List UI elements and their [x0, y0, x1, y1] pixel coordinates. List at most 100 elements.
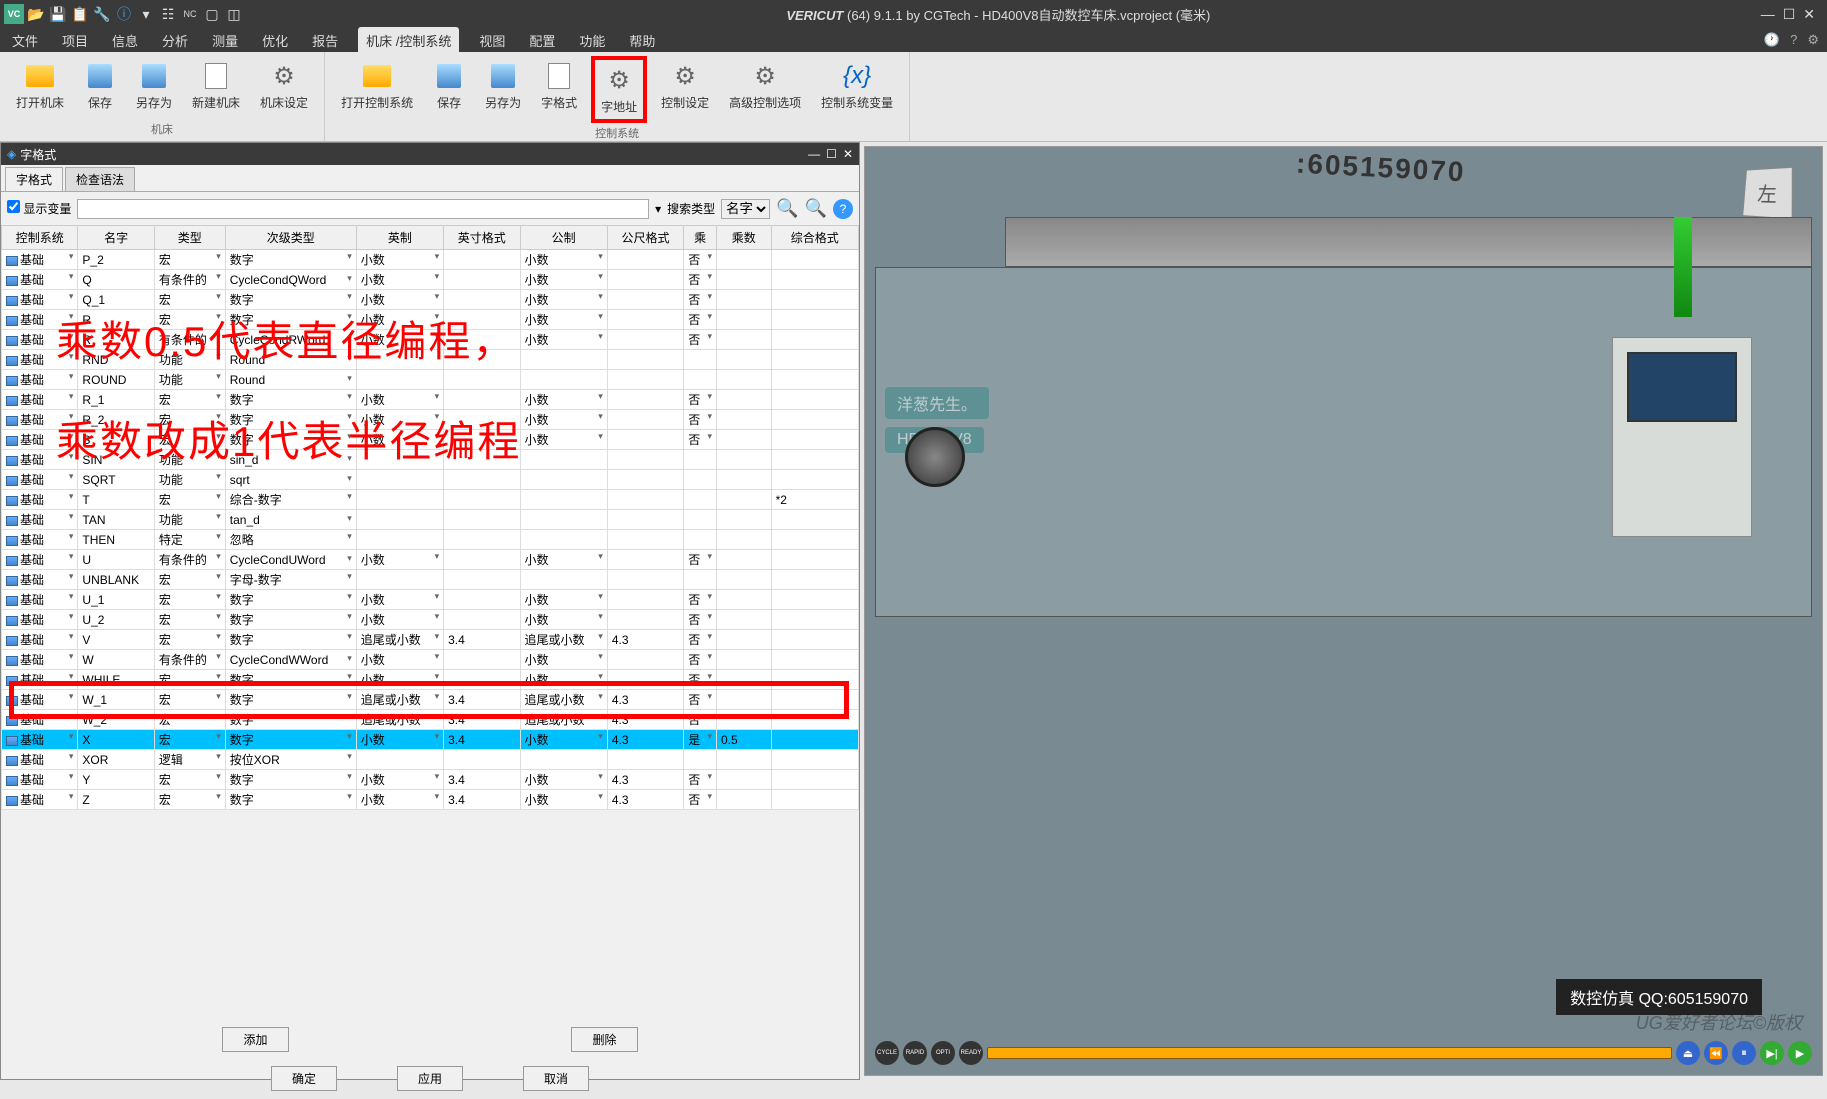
cell[interactable]: [444, 510, 520, 530]
cell[interactable]: 小数: [356, 330, 443, 350]
cell[interactable]: tan_d: [225, 510, 356, 530]
cell[interactable]: [716, 390, 771, 410]
cell[interactable]: [684, 530, 717, 550]
table-row[interactable]: 基础Z宏数字小数3.4小数4.3否: [2, 790, 859, 810]
cell[interactable]: 否: [684, 410, 717, 430]
cell[interactable]: 小数: [356, 430, 443, 450]
search-type-select[interactable]: 名字: [721, 199, 770, 219]
column-header[interactable]: 名字: [78, 226, 154, 250]
cell[interactable]: 基础: [2, 730, 78, 750]
cell[interactable]: 小数: [356, 670, 443, 690]
cell[interactable]: [771, 770, 858, 790]
cell[interactable]: 小数: [356, 610, 443, 630]
cell[interactable]: R_1: [78, 390, 154, 410]
cell[interactable]: 基础: [2, 710, 78, 730]
cell[interactable]: [356, 510, 443, 530]
ribbon-控制系统变量[interactable]: {x}控制系统变量: [815, 56, 899, 123]
cell[interactable]: 否: [684, 590, 717, 610]
cell[interactable]: 4.3: [607, 770, 683, 790]
cell[interactable]: 宏: [154, 610, 225, 630]
cell[interactable]: [771, 330, 858, 350]
cell[interactable]: 有条件的: [154, 650, 225, 670]
cell[interactable]: 基础: [2, 690, 78, 710]
cell[interactable]: 小数: [520, 270, 607, 290]
cell[interactable]: 4.3: [607, 630, 683, 650]
cell[interactable]: 基础: [2, 770, 78, 790]
cell[interactable]: [716, 450, 771, 470]
cell[interactable]: [716, 490, 771, 510]
cell[interactable]: [771, 790, 858, 810]
cell[interactable]: [444, 570, 520, 590]
cell[interactable]: 否: [684, 690, 717, 710]
cell[interactable]: 有条件的: [154, 270, 225, 290]
cell[interactable]: [716, 330, 771, 350]
cell[interactable]: 按位XOR: [225, 750, 356, 770]
cell[interactable]: 小数: [520, 790, 607, 810]
cell[interactable]: [520, 370, 607, 390]
cell[interactable]: *2: [771, 490, 858, 510]
cell[interactable]: [607, 390, 683, 410]
cell[interactable]: [716, 310, 771, 330]
help-icon[interactable]: ?: [1790, 32, 1797, 48]
cell[interactable]: 宏: [154, 310, 225, 330]
ribbon-保存[interactable]: 保存: [427, 56, 471, 123]
table-row[interactable]: 基础THEN特定忽略: [2, 530, 859, 550]
cell[interactable]: [771, 350, 858, 370]
cell[interactable]: [444, 750, 520, 770]
cell[interactable]: [716, 550, 771, 570]
binocular-next-icon[interactable]: 🔍: [805, 198, 827, 219]
table-row[interactable]: 基础W有条件的CycleCondWWord小数小数否: [2, 650, 859, 670]
cell[interactable]: 小数: [356, 250, 443, 270]
help-button-icon[interactable]: ?: [833, 199, 853, 219]
cell[interactable]: 小数: [356, 290, 443, 310]
cell[interactable]: 数字: [225, 310, 356, 330]
cell[interactable]: 有条件的: [154, 550, 225, 570]
cell[interactable]: [607, 530, 683, 550]
column-header[interactable]: 英制: [356, 226, 443, 250]
cell[interactable]: ROUND: [78, 370, 154, 390]
column-header[interactable]: 综合格式: [771, 226, 858, 250]
cell[interactable]: 小数: [520, 730, 607, 750]
dialog-close-icon[interactable]: ✕: [843, 147, 853, 161]
qat-open-icon[interactable]: 📂: [26, 4, 46, 24]
cell[interactable]: X: [78, 730, 154, 750]
table-row[interactable]: 基础Q有条件的CycleCondQWord小数小数否: [2, 270, 859, 290]
cell[interactable]: 宏: [154, 410, 225, 430]
menu-item-8[interactable]: 视图: [475, 29, 509, 52]
cell[interactable]: U: [78, 550, 154, 570]
cell[interactable]: [444, 350, 520, 370]
cell[interactable]: [444, 610, 520, 630]
table-row[interactable]: 基础W_1宏数字追尾或小数3.4追尾或小数4.3否: [2, 690, 859, 710]
cell[interactable]: 追尾或小数: [356, 690, 443, 710]
cell[interactable]: 宏: [154, 250, 225, 270]
cell[interactable]: SIN: [78, 450, 154, 470]
cell[interactable]: [716, 290, 771, 310]
menu-item-6[interactable]: 报告: [308, 29, 342, 52]
cell[interactable]: 小数: [520, 330, 607, 350]
cell[interactable]: [607, 250, 683, 270]
cell[interactable]: sin_d: [225, 450, 356, 470]
playback-slider[interactable]: [987, 1047, 1672, 1059]
cell[interactable]: [444, 650, 520, 670]
cell[interactable]: 功能: [154, 470, 225, 490]
table-row[interactable]: 基础XOR逻辑按位XOR: [2, 750, 859, 770]
cell[interactable]: 否: [684, 250, 717, 270]
cell[interactable]: 基础: [2, 310, 78, 330]
cell[interactable]: 小数: [520, 410, 607, 430]
cell[interactable]: [607, 510, 683, 530]
cell[interactable]: [771, 710, 858, 730]
cell[interactable]: 追尾或小数: [356, 630, 443, 650]
status-cycle[interactable]: CYCLE: [875, 1041, 899, 1065]
cell[interactable]: 否: [684, 630, 717, 650]
table-row[interactable]: 基础ROUND功能Round: [2, 370, 859, 390]
cell[interactable]: [716, 530, 771, 550]
cell[interactable]: 是: [684, 730, 717, 750]
tab-word-format[interactable]: 字格式: [5, 167, 63, 191]
cell[interactable]: CycleCondWWord: [225, 650, 356, 670]
cell[interactable]: 基础: [2, 410, 78, 430]
cell[interactable]: [444, 370, 520, 390]
cell[interactable]: 否: [684, 790, 717, 810]
column-header[interactable]: 乘: [684, 226, 717, 250]
cell[interactable]: [520, 530, 607, 550]
cell[interactable]: THEN: [78, 530, 154, 550]
